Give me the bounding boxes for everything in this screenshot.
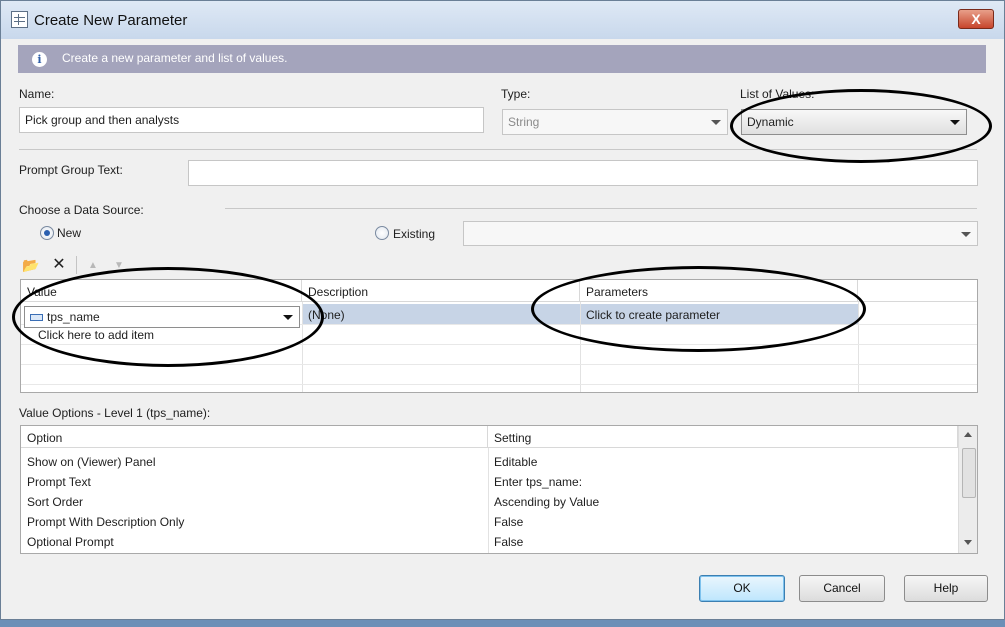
cancel-button[interactable]: Cancel <box>799 575 885 602</box>
setting-cell[interactable]: False <box>494 535 523 549</box>
name-label: Name: <box>19 87 55 101</box>
new-radio-label[interactable]: New <box>57 226 81 240</box>
prompt-group-field[interactable] <box>188 160 978 186</box>
divider <box>225 208 977 209</box>
grid-line <box>21 384 977 385</box>
info-icon: i <box>32 52 47 67</box>
parameter-table-icon <box>11 11 28 28</box>
title-bar[interactable]: Create New Parameter X <box>1 1 1004 39</box>
prompt-group-label: Prompt Group Text: <box>19 163 123 177</box>
column-header-empty <box>858 280 977 302</box>
info-text: Create a new parameter and list of value… <box>62 51 288 65</box>
data-source-label: Choose a Data Source: <box>19 203 144 217</box>
existing-radio-label[interactable]: Existing <box>393 227 435 241</box>
close-button[interactable]: X <box>958 9 994 29</box>
option-cell[interactable]: Show on (Viewer) Panel <box>27 455 156 469</box>
column-header-setting[interactable]: Setting <box>488 426 958 448</box>
new-radio[interactable] <box>40 226 54 240</box>
existing-source-select[interactable] <box>463 221 978 246</box>
column-header-parameters[interactable]: Parameters <box>580 280 858 302</box>
type-value: String <box>508 115 540 129</box>
move-down-icon[interactable]: ▼ <box>111 258 127 274</box>
description-cell[interactable]: (None) <box>308 308 345 322</box>
type-label: Type: <box>501 87 531 101</box>
scroll-down-icon[interactable] <box>964 540 972 545</box>
option-cell[interactable]: Sort Order <box>27 495 83 509</box>
setting-cell[interactable]: Ascending by Value <box>494 495 599 509</box>
delete-icon[interactable]: ✕ <box>51 257 67 273</box>
scroll-up-icon[interactable] <box>964 432 972 437</box>
option-cell[interactable]: Optional Prompt <box>27 535 114 549</box>
list-of-values-value: Dynamic <box>747 115 794 129</box>
parameters-cell[interactable]: Click to create parameter <box>586 308 720 322</box>
open-folder-icon[interactable]: 📂 <box>22 257 39 273</box>
dialog-window: Create New Parameter X i Create a new pa… <box>0 0 1005 620</box>
option-cell[interactable]: Prompt With Description Only <box>27 515 184 529</box>
setting-cell[interactable]: Editable <box>494 455 537 469</box>
grid-line <box>21 344 977 345</box>
move-up-icon[interactable]: ▲ <box>85 258 101 274</box>
grid-line <box>858 302 859 392</box>
field-icon <box>30 314 43 321</box>
list-of-values-select[interactable]: Dynamic <box>741 109 967 135</box>
grid-line <box>302 302 303 392</box>
value-options-grid: Option Setting Show on (Viewer) Panel Ed… <box>20 425 978 554</box>
column-header-option[interactable]: Option <box>21 426 488 448</box>
ok-button[interactable]: OK <box>699 575 785 602</box>
chevron-down-icon <box>950 120 960 125</box>
vertical-scrollbar[interactable] <box>958 426 977 553</box>
setting-cell[interactable]: Enter tps_name: <box>494 475 582 489</box>
toolbar-separator <box>76 256 77 274</box>
chevron-down-icon <box>283 315 293 320</box>
grid-line <box>21 364 977 365</box>
value-field-name: tps_name <box>47 310 100 324</box>
help-button[interactable]: Help <box>904 575 988 602</box>
list-of-values-label: List of Values: <box>740 87 815 101</box>
chevron-down-icon <box>711 120 721 125</box>
option-cell[interactable]: Prompt Text <box>27 475 91 489</box>
value-options-label: Value Options - Level 1 (tps_name): <box>19 406 211 420</box>
values-grid: Value Description Parameters tps_name (N… <box>20 279 978 393</box>
column-header-description[interactable]: Description <box>302 280 580 302</box>
grid-line <box>580 302 581 392</box>
divider <box>19 149 977 150</box>
chevron-down-icon <box>961 232 971 237</box>
name-field[interactable]: Pick group and then analysts <box>19 107 484 133</box>
dialog-body: i Create a new parameter and list of val… <box>7 39 998 615</box>
scroll-thumb[interactable] <box>962 448 976 498</box>
setting-cell[interactable]: False <box>494 515 523 529</box>
add-item-row[interactable]: Click here to add item <box>38 328 154 342</box>
type-select[interactable]: String <box>502 109 728 135</box>
grid-line <box>488 448 489 553</box>
window-title: Create New Parameter <box>34 12 188 29</box>
value-field-select[interactable]: tps_name <box>24 306 300 328</box>
info-banner: i Create a new parameter and list of val… <box>18 45 986 73</box>
column-header-value[interactable]: Value <box>21 280 302 302</box>
existing-radio[interactable] <box>375 226 389 240</box>
